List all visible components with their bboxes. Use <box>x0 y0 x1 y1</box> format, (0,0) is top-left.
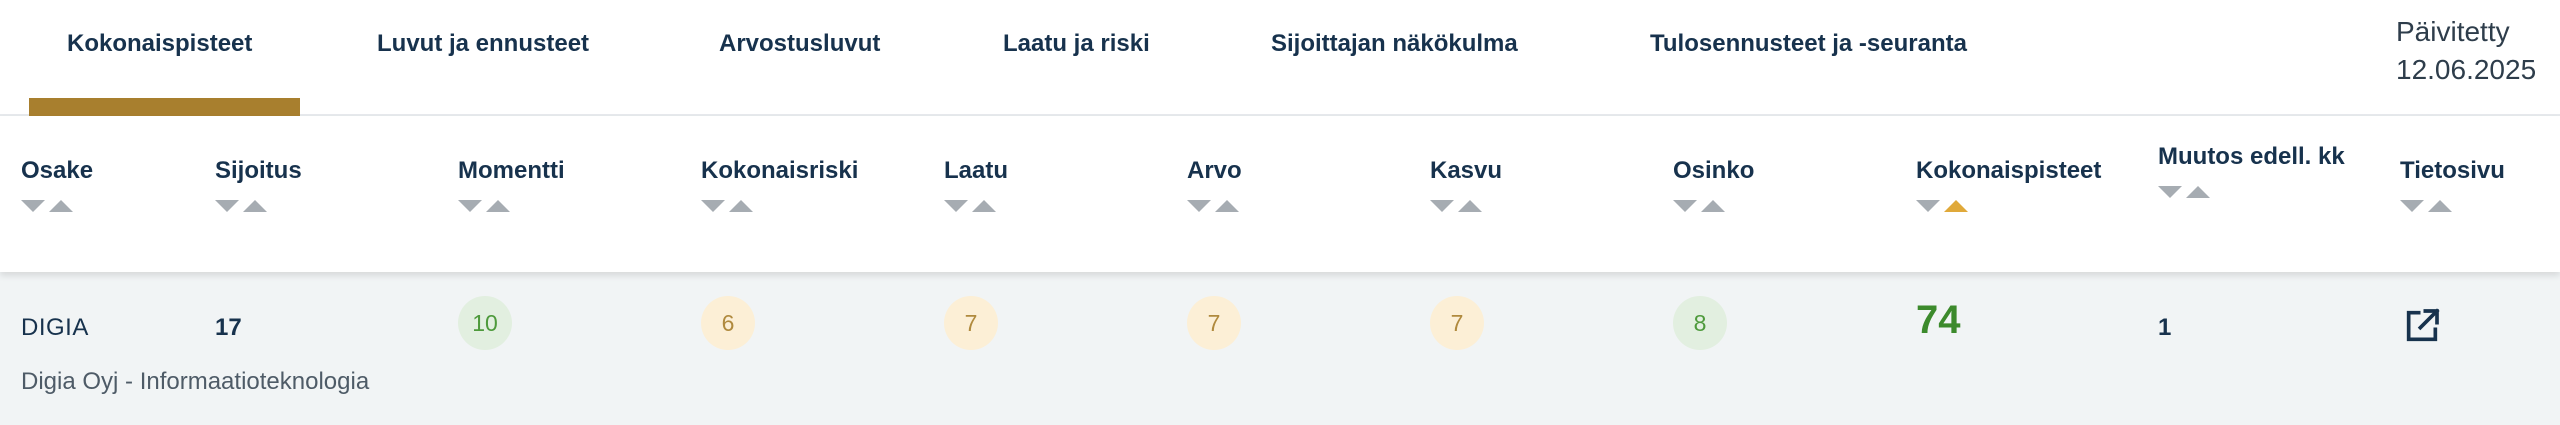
sort-controls <box>1673 200 1754 212</box>
sort-asc-icon[interactable] <box>2428 200 2452 212</box>
column-label: Kokonaispisteet <box>1916 157 2102 184</box>
column-header-sijoitus[interactable]: Sijoitus <box>215 156 302 212</box>
column-label: Arvo <box>1187 157 1242 184</box>
sort-controls <box>944 200 1008 212</box>
tab-arvostusluvut[interactable]: Arvostusluvut <box>719 30 880 116</box>
osinko-score: 8 <box>1673 296 1727 350</box>
updated-date: 12.06.2025 <box>2396 54 2537 85</box>
sort-asc-icon[interactable] <box>1944 200 1968 212</box>
rank-value: 17 <box>215 314 242 341</box>
column-header-momentti[interactable]: Momentti <box>458 156 565 212</box>
column-label: Kokonaisriski <box>701 157 859 184</box>
tab-bar: Kokonaispisteet Luvut ja ennusteet Arvos… <box>0 0 2560 116</box>
sort-asc-icon[interactable] <box>729 200 753 212</box>
column-header-tietosivu[interactable]: Tietosivu <box>2400 156 2505 212</box>
column-label: Osake <box>21 157 94 184</box>
column-header-osake[interactable]: Osake <box>21 156 93 212</box>
table-header: Osake Sijoitus Momentti Kokonaisriski La… <box>0 116 2560 272</box>
sort-desc-icon[interactable] <box>21 200 45 212</box>
tab-label: Kokonaispisteet <box>67 30 253 57</box>
tab-kokonaispisteet[interactable]: Kokonaispisteet <box>29 30 300 116</box>
column-label: Osinko <box>1673 157 1755 184</box>
sort-asc-icon[interactable] <box>972 200 996 212</box>
external-link-icon[interactable] <box>2402 306 2442 346</box>
column-label: Kasvu <box>1430 157 1503 184</box>
column-header-muutos[interactable]: Muutos edell. kk <box>2158 142 2358 198</box>
column-label: Sijoitus <box>215 157 302 184</box>
column-label: Laatu <box>944 157 1009 184</box>
sort-asc-icon[interactable] <box>1458 200 1482 212</box>
arvo-score: 7 <box>1187 296 1241 350</box>
sort-controls <box>2400 200 2505 212</box>
company-name: Digia Oyj - Informaatioteknologia <box>21 368 370 395</box>
sort-asc-icon[interactable] <box>1215 200 1239 212</box>
sort-desc-icon[interactable] <box>944 200 968 212</box>
tab-label: Laatu ja riski <box>1003 30 1150 57</box>
tab-tulosennusteet[interactable]: Tulosennusteet ja -seuranta <box>1650 30 1967 116</box>
sort-controls <box>215 200 302 212</box>
sort-controls <box>701 200 858 212</box>
sort-desc-icon[interactable] <box>2158 186 2182 198</box>
tab-label: Arvostusluvut <box>719 30 881 57</box>
sort-asc-icon[interactable] <box>2186 186 2210 198</box>
total-score: 74 <box>1916 298 1961 342</box>
sort-asc-icon[interactable] <box>486 200 510 212</box>
sort-desc-icon[interactable] <box>1430 200 1454 212</box>
sort-asc-icon[interactable] <box>243 200 267 212</box>
monthly-change: 1 <box>2158 314 2172 341</box>
sort-controls <box>1187 200 1242 212</box>
table-row[interactable]: DIGIA Digia Oyj - Informaatioteknologia … <box>0 272 2560 425</box>
column-label: Tietosivu <box>2400 157 2505 184</box>
sort-controls <box>1916 200 2101 212</box>
tab-sijoittajan-nakokulma[interactable]: Sijoittajan näkökulma <box>1271 30 1518 116</box>
active-tab-indicator <box>29 98 300 116</box>
sort-desc-icon[interactable] <box>701 200 725 212</box>
sort-controls <box>21 200 93 212</box>
momentti-score: 10 <box>458 296 512 350</box>
tab-label: Tulosennusteet ja -seuranta <box>1650 30 1967 57</box>
sort-asc-icon[interactable] <box>1701 200 1725 212</box>
sort-controls <box>458 200 565 212</box>
sort-desc-icon[interactable] <box>215 200 239 212</box>
column-header-kokonaispisteet[interactable]: Kokonaispisteet <box>1916 156 2101 212</box>
column-header-osinko[interactable]: Osinko <box>1673 156 1754 212</box>
column-header-kasvu[interactable]: Kasvu <box>1430 156 1502 212</box>
sort-desc-icon[interactable] <box>458 200 482 212</box>
stock-ticker[interactable]: DIGIA <box>21 314 89 342</box>
tab-laatu-ja-riski[interactable]: Laatu ja riski <box>1003 30 1150 116</box>
updated-info: Päivitetty 12.06.2025 <box>2396 13 2536 89</box>
laatu-score: 7 <box>944 296 998 350</box>
sort-desc-icon[interactable] <box>1187 200 1211 212</box>
column-header-kokonaisriski[interactable]: Kokonaisriski <box>701 156 858 212</box>
tab-luvut-ja-ennusteet[interactable]: Luvut ja ennusteet <box>377 30 589 116</box>
tab-label: Sijoittajan näkökulma <box>1271 30 1518 57</box>
sort-desc-icon[interactable] <box>2400 200 2424 212</box>
sort-asc-icon[interactable] <box>49 200 73 212</box>
sort-controls <box>2158 186 2358 198</box>
sort-desc-icon[interactable] <box>1673 200 1697 212</box>
sort-desc-icon[interactable] <box>1916 200 1940 212</box>
tab-label: Luvut ja ennusteet <box>377 30 590 57</box>
kokonaisriski-score: 6 <box>701 296 755 350</box>
kasvu-score: 7 <box>1430 296 1484 350</box>
updated-label: Päivitetty <box>2396 16 2510 47</box>
sort-controls <box>1430 200 1502 212</box>
column-header-arvo[interactable]: Arvo <box>1187 156 1242 212</box>
column-header-laatu[interactable]: Laatu <box>944 156 1008 212</box>
column-label: Muutos edell. kk <box>2158 143 2345 170</box>
column-label: Momentti <box>458 157 565 184</box>
